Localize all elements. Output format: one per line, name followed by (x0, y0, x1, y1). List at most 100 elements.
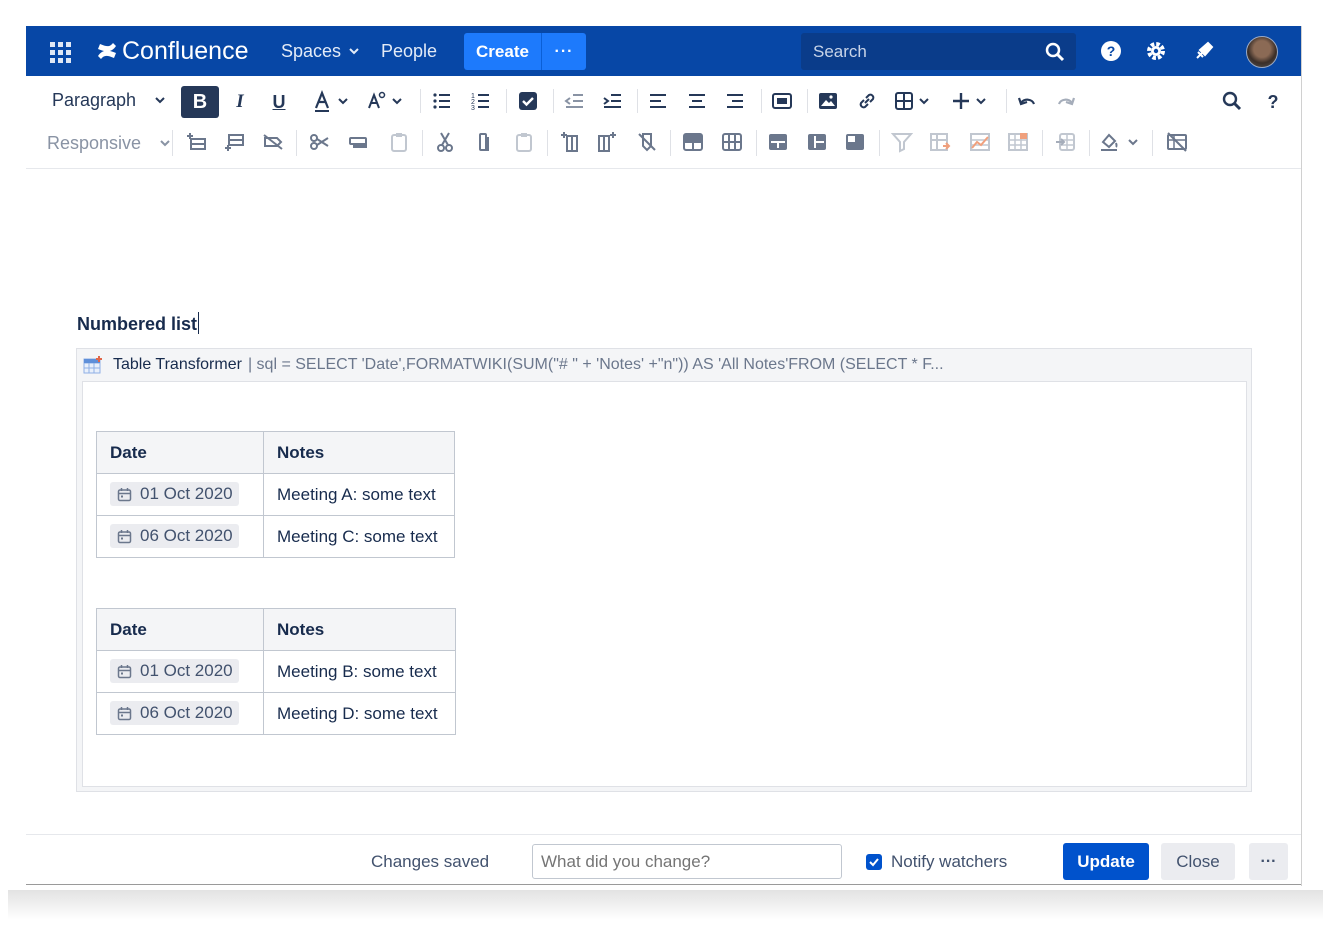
outdent-icon[interactable] (563, 90, 585, 112)
page-layout-icon[interactable] (771, 90, 793, 112)
table-row: 06 Oct 2020 Meeting D: some text (96, 692, 456, 735)
notes-cell[interactable]: Meeting C: some text (263, 515, 455, 558)
underline-button[interactable]: U (268, 88, 290, 116)
table-header-row: Date Notes (96, 431, 455, 474)
delete-row-icon[interactable] (262, 131, 284, 153)
text-styles-icon[interactable] (366, 90, 408, 114)
align-center-icon[interactable] (686, 90, 708, 112)
checkbox-checked-icon[interactable] (866, 854, 882, 870)
task-list-icon[interactable] (517, 90, 539, 112)
insert-column-before-icon[interactable] (559, 131, 581, 153)
notifications-icon[interactable] (1193, 40, 1215, 62)
bullet-list-icon[interactable] (431, 90, 453, 112)
header-notes[interactable]: Notes (263, 608, 456, 651)
date-cell[interactable]: 06 Oct 2020 (96, 692, 264, 735)
date-cell[interactable]: 06 Oct 2020 (96, 515, 264, 558)
bold-button[interactable]: B (181, 86, 219, 118)
find-replace-icon[interactable] (1221, 90, 1243, 112)
table-row: 01 Oct 2020 Meeting B: some text (96, 650, 456, 693)
toolbar-divider (761, 89, 762, 113)
undo-icon[interactable] (1016, 90, 1038, 112)
copy-row-icon[interactable] (347, 131, 369, 153)
table-width-label: Responsive (47, 133, 142, 153)
insert-column-after-icon[interactable] (596, 131, 618, 153)
insert-more-icon[interactable] (951, 90, 993, 112)
merge-cells-icon[interactable] (682, 131, 704, 153)
data-table-1: Date Notes 01 Oct 2020 Meeting A: some t… (96, 431, 455, 558)
heading-row-icon[interactable] (767, 131, 789, 153)
toolbar-divider (296, 130, 297, 156)
italic-button[interactable]: I (230, 88, 250, 116)
notes-cell[interactable]: Meeting A: some text (263, 473, 455, 516)
calendar-icon (117, 529, 132, 543)
notify-watchers-label: Notify watchers (891, 852, 1008, 871)
cell-color-icon[interactable] (1099, 131, 1143, 153)
delete-column-icon[interactable] (636, 131, 658, 153)
toolbar-divider (172, 130, 173, 156)
indent-icon[interactable] (601, 90, 623, 112)
avatar[interactable] (1246, 36, 1278, 68)
insert-row-after-icon[interactable] (224, 131, 246, 153)
date-lozenge[interactable]: 01 Oct 2020 (110, 659, 239, 684)
date-cell[interactable]: 01 Oct 2020 (96, 473, 264, 516)
update-button[interactable]: Update (1063, 843, 1149, 880)
search-icon[interactable] (1044, 41, 1066, 63)
help-icon[interactable]: ? (1100, 40, 1122, 62)
date-text: 01 Oct 2020 (140, 484, 233, 504)
table-transformer-macro[interactable]: Table Transformer | sql = SELECT 'Date',… (76, 348, 1252, 792)
date-lozenge[interactable]: 06 Oct 2020 (110, 701, 239, 726)
date-cell[interactable]: 01 Oct 2020 (96, 650, 264, 693)
date-lozenge[interactable]: 01 Oct 2020 (110, 482, 239, 507)
window-bottom-edge (26, 884, 1301, 885)
date-lozenge[interactable]: 06 Oct 2020 (110, 524, 239, 549)
notes-cell[interactable]: Meeting B: some text (263, 650, 456, 693)
numbered-list-icon[interactable]: 123 (470, 90, 492, 112)
align-right-icon[interactable] (724, 90, 746, 112)
header-date[interactable]: Date (96, 608, 264, 651)
table-excerpt-icon[interactable] (1055, 131, 1077, 153)
header-notes[interactable]: Notes (263, 431, 455, 474)
chart-from-table-icon[interactable] (969, 131, 991, 153)
table-filter-icon[interactable] (891, 131, 913, 153)
toolbar-divider (1152, 130, 1153, 156)
close-button[interactable]: Close (1161, 843, 1235, 880)
split-cells-icon[interactable] (721, 131, 743, 153)
search-input[interactable]: Search (813, 33, 867, 70)
toolbar-divider (807, 89, 808, 113)
align-left-icon[interactable] (647, 90, 669, 112)
table-width-select[interactable]: Responsive (47, 133, 172, 154)
image-icon[interactable] (817, 90, 839, 112)
table-icon[interactable] (894, 90, 936, 112)
text-color-icon[interactable] (312, 90, 354, 114)
create-more-button[interactable]: ··· (541, 33, 586, 70)
nav-spaces[interactable]: Spaces (281, 26, 361, 76)
settings-icon[interactable] (1145, 40, 1167, 62)
cut-column-icon[interactable] (434, 131, 456, 153)
more-options-button[interactable]: ··· (1249, 843, 1288, 880)
table-spreadsheet-icon[interactable] (1007, 131, 1029, 153)
notify-watchers-checkbox[interactable]: Notify watchers (866, 852, 1007, 872)
heading-column-icon[interactable] (806, 131, 828, 153)
highlight-cell-icon[interactable] (844, 131, 866, 153)
toolbar-divider (553, 89, 554, 113)
paragraph-style-select[interactable]: Paragraph (52, 90, 167, 111)
delete-table-icon[interactable] (1166, 131, 1188, 153)
pivot-table-icon[interactable] (929, 131, 951, 153)
app-switcher-icon[interactable] (50, 42, 71, 63)
insert-row-before-icon[interactable] (186, 131, 208, 153)
cut-row-icon[interactable] (309, 131, 331, 153)
copy-column-icon[interactable] (473, 131, 495, 153)
search-box[interactable]: Search (801, 33, 1076, 70)
link-icon[interactable] (856, 90, 878, 112)
header-date[interactable]: Date (96, 431, 264, 474)
macro-header[interactable]: Table Transformer | sql = SELECT 'Date',… (83, 354, 944, 376)
change-comment-input[interactable] (532, 844, 842, 879)
create-button[interactable]: Create (464, 33, 541, 70)
confluence-logo[interactable]: Confluence (96, 36, 248, 66)
keyboard-shortcuts-button[interactable]: ? (1265, 88, 1281, 116)
redo-icon[interactable] (1055, 90, 1077, 112)
nav-people[interactable]: People (381, 26, 437, 76)
notes-cell[interactable]: Meeting D: some text (263, 692, 456, 735)
page-heading[interactable]: Numbered list (77, 312, 200, 335)
save-status: Changes saved (371, 852, 490, 871)
